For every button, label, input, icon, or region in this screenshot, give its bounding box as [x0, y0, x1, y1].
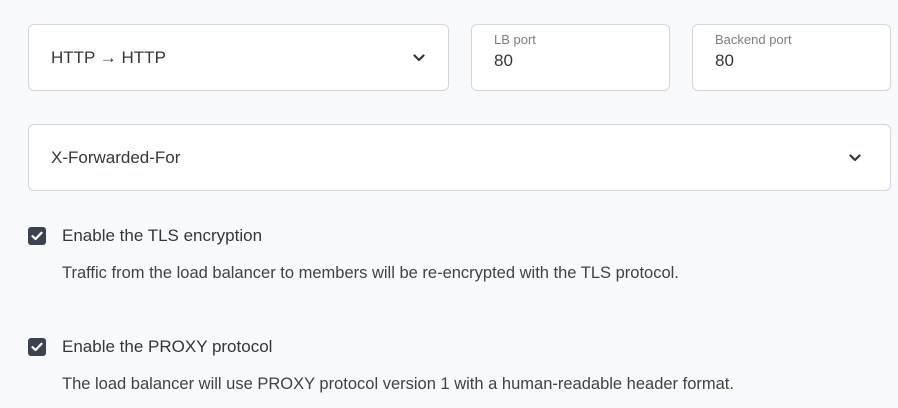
proxy-checkbox[interactable] — [28, 338, 46, 356]
header-select[interactable]: X-Forwarded-For — [28, 124, 891, 191]
proxy-checkbox-row[interactable]: Enable the PROXY protocol — [28, 337, 272, 357]
chevron-down-icon — [412, 53, 426, 63]
tls-checkbox-row[interactable]: Enable the TLS encryption — [28, 226, 262, 246]
tls-checkbox-label: Enable the TLS encryption — [62, 226, 263, 245]
lb-port-field[interactable]: LB port — [471, 24, 670, 91]
proxy-checkbox-label: Enable the PROXY protocol — [62, 337, 273, 356]
backend-port-input[interactable] — [715, 51, 868, 71]
chevron-down-icon — [848, 153, 862, 163]
lb-port-input[interactable] — [494, 51, 647, 71]
checkmark-icon — [31, 231, 43, 241]
backend-port-field[interactable]: Backend port — [692, 24, 891, 91]
proxy-description: The load balancer will use PROXY protoco… — [62, 375, 734, 393]
backend-port-label: Backend port — [715, 32, 792, 47]
lb-port-label: LB port — [494, 32, 536, 47]
protocol-select-value: HTTP → HTTP — [51, 47, 166, 67]
tls-description: Traffic from the load balancer to member… — [62, 264, 679, 282]
checkmark-icon — [31, 342, 43, 352]
tls-checkbox[interactable] — [28, 227, 46, 245]
header-select-value: X-Forwarded-For — [51, 147, 181, 167]
protocol-select[interactable]: HTTP → HTTP — [28, 24, 449, 91]
